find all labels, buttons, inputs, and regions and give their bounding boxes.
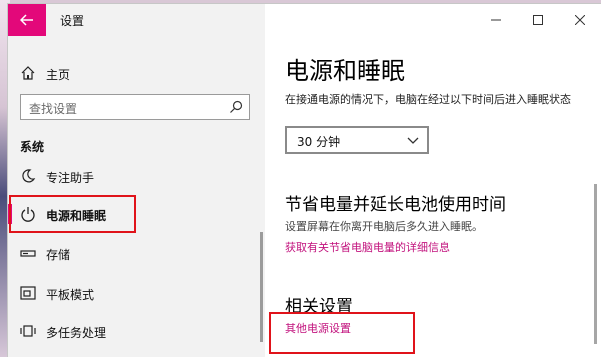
battery-description: 设置屏幕在你离开电脑后多久进入睡眠。 [285,220,483,233]
annotation-box-power [9,195,136,233]
sidebar-item-focus-assist[interactable]: 专注助手 [8,159,265,193]
minimize-icon [491,19,501,21]
sidebar-scrollbar[interactable] [260,232,263,342]
close-button[interactable] [559,4,601,36]
search-placeholder: 查找设置 [29,102,78,116]
nav-home-label: 主页 [46,68,71,82]
maximize-button[interactable] [517,4,559,36]
window-controls [475,4,601,36]
sidebar-item-storage[interactable]: 存储 [8,236,265,270]
close-icon [575,15,585,25]
back-button[interactable] [8,4,46,36]
tablet-mode-icon [20,286,36,300]
sleep-timeout-dropdown[interactable]: 30 分钟 [285,126,429,154]
battery-heading: 节省电量并延长电池使用时间 [285,195,506,215]
sidebar-item-label: 存储 [46,248,71,262]
back-arrow-icon [20,14,33,26]
minimize-button[interactable] [475,4,517,36]
settings-window: 设置 主页 查找设置 系统 专注助手 电源和睡眠 存储 平板模式 多任务处理 电… [8,4,601,357]
battery-info-link[interactable]: 获取有关节省电脑电量的详细信息 [285,239,450,255]
sidebar-item-label: 平板模式 [46,288,95,302]
sidebar-item-label: 专注助手 [46,171,95,185]
home-icon [21,66,35,80]
section-label-system: 系统 [20,140,45,154]
nav-home[interactable]: 主页 [8,59,265,89]
page-title: 电源和睡眠 [285,57,405,85]
search-input[interactable]: 查找设置 [20,94,250,120]
focus-moon-icon [22,169,36,183]
content-scrollbar[interactable] [594,184,597,344]
sidebar-item-tablet-mode[interactable]: 平板模式 [8,276,265,310]
sidebar-item-multitasking[interactable]: 多任务处理 [8,314,265,348]
search-icon [230,100,243,113]
sleep-timeout-value: 30 分钟 [297,135,341,149]
content-pane: 电源和睡眠 在接通电源的情况下，电脑在经过以下时间后进入睡眠状态 30 分钟 节… [265,4,601,357]
sidebar-item-label: 多任务处理 [46,326,107,340]
chevron-down-icon [407,137,419,144]
sidebar: 设置 主页 查找设置 系统 专注助手 电源和睡眠 存储 平板模式 多任务处理 [8,4,265,357]
app-title: 设置 [60,14,85,28]
titlebar-left: 设置 [8,4,265,36]
storage-icon [20,250,36,257]
annotation-box-power-settings [269,312,415,354]
maximize-icon [533,15,543,25]
multitasking-icon [20,325,36,337]
sleep-description: 在接通电源的情况下，电脑在经过以下时间后进入睡眠状态 [285,93,571,106]
